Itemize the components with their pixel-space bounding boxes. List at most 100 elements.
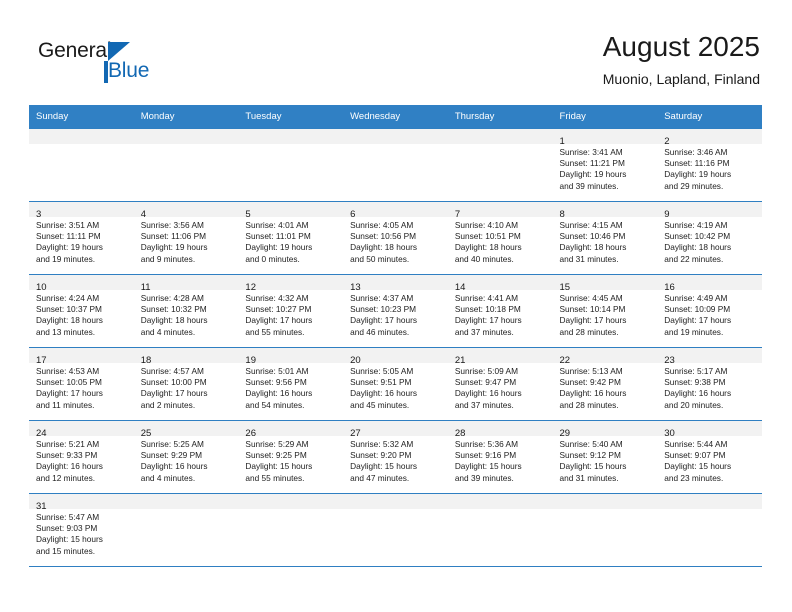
calendar-day-cell[interactable]: 8 Sunrise: 4:15 AM Sunset: 10:46 PM Dayligh… <box>552 201 658 275</box>
day-number: 12 <box>245 282 256 293</box>
day-detail-line: Sunset: 9:47 PM <box>454 377 517 388</box>
calendar-day-cell[interactable]: 1 Sunrise: 3:41 AM Sunset: 11:21 PM Dayligh… <box>552 128 658 202</box>
day-detail-line: Daylight: 17 hours <box>350 315 417 326</box>
day-detail-line: Sunset: 10:09 PM <box>664 304 731 315</box>
calendar-day-cell[interactable]: 12 Sunrise: 4:32 AM Sunset: 10:27 PM Daylig… <box>238 274 344 348</box>
day-number-band: 19 <box>238 348 344 366</box>
calendar-day-cell[interactable]: 5 Sunrise: 4:01 AM Sunset: 11:01 PM Dayligh… <box>238 201 344 275</box>
day-cell-details: Sunrise: 5:44 AM Sunset: 9:07 PM Daylight:… <box>657 436 762 484</box>
day-detail-line: Daylight: 19 hours <box>245 242 313 253</box>
calendar-day-cell-empty <box>447 493 553 567</box>
day-detail-line: Sunrise: 5:40 AM <box>559 439 623 449</box>
day-cell-details: Sunrise: 5:01 AM Sunset: 9:56 PM Daylight:… <box>238 363 343 411</box>
day-detail-line: and 31 minutes. <box>559 472 619 483</box>
day-detail-line: Daylight: 15 hours <box>454 461 522 472</box>
day-detail-line: and 20 minutes. <box>664 399 724 410</box>
calendar-day-cell[interactable]: 20 Sunrise: 5:05 AM Sunset: 9:51 PM Dayligh… <box>343 347 448 421</box>
calendar-day-cell[interactable]: 19 Sunrise: 5:01 AM Sunset: 9:56 PM Dayligh… <box>238 347 344 421</box>
calendar-day-cell[interactable]: 2 Sunrise: 3:46 AM Sunset: 11:16 PM Dayligh… <box>657 128 762 202</box>
day-number-band: 1 <box>552 129 658 147</box>
day-detail-line: Sunset: 11:11 PM <box>36 231 101 242</box>
calendar-day-cell[interactable]: 23 Sunrise: 5:17 AM Sunset: 9:38 PM Dayligh… <box>657 347 762 421</box>
day-detail-line: Sunrise: 4:37 AM <box>350 293 414 303</box>
day-number: 11 <box>140 282 151 293</box>
day-cell-details <box>343 144 448 147</box>
day-number: 20 <box>350 355 361 366</box>
calendar-table: Sunday Monday Tuesday Wednesday Thursday Frid… <box>29 105 762 567</box>
day-cell-details <box>448 509 553 512</box>
day-cell-details: Sunrise: 4:57 AM Sunset: 10:00 PM Daylight… <box>134 363 239 411</box>
calendar-day-cell-empty <box>552 493 658 567</box>
day-detail-line: Sunrise: 4:57 AM <box>140 366 204 376</box>
calendar-day-cell[interactable]: 26 Sunrise: 5:29 AM Sunset: 9:25 PM Dayligh… <box>238 420 344 494</box>
day-detail-line: Sunrise: 4:32 AM <box>245 293 309 303</box>
day-detail-line: Sunset: 10:42 PM <box>664 231 731 242</box>
day-detail-line: and 28 minutes. <box>559 326 619 337</box>
day-number-band: 12 <box>238 275 344 293</box>
day-detail-line: and 39 minutes. <box>454 472 514 483</box>
day-number-band: 22 <box>552 348 658 366</box>
day-cell-details <box>448 144 553 147</box>
day-detail-line: Daylight: 18 hours <box>664 242 732 253</box>
day-detail-line: and 29 minutes. <box>664 180 724 191</box>
day-detail-line: Daylight: 16 hours <box>245 388 313 399</box>
day-detail-line: and 22 minutes. <box>664 253 724 264</box>
day-number: 16 <box>664 282 675 293</box>
day-cell-details: Sunrise: 4:32 AM Sunset: 10:27 PM Daylight… <box>238 290 343 338</box>
calendar-day-cell[interactable]: 14 Sunrise: 4:41 AM Sunset: 10:18 PM Daylig… <box>447 274 553 348</box>
calendar-day-cell[interactable]: 9 Sunrise: 4:19 AM Sunset: 10:42 PM Dayligh… <box>657 201 762 275</box>
calendar-day-cell[interactable]: 15 Sunrise: 4:45 AM Sunset: 10:14 PM Daylig… <box>552 274 658 348</box>
day-number: 25 <box>140 428 152 439</box>
day-number: 26 <box>245 428 256 439</box>
page-title: August 2025 <box>602 31 760 62</box>
day-detail-line: Daylight: 19 hours <box>36 242 103 253</box>
day-number: 29 <box>559 428 571 439</box>
calendar-day-cell[interactable]: 29 Sunrise: 5:40 AM Sunset: 9:12 PM Dayligh… <box>552 420 658 494</box>
calendar-day-cell[interactable]: 31 Sunrise: 5:47 AM Sunset: 9:03 PM Dayligh… <box>29 493 134 567</box>
day-number-band: 2 <box>657 129 762 147</box>
day-number: 23 <box>664 355 675 366</box>
calendar-day-cell[interactable]: 27 Sunrise: 5:32 AM Sunset: 9:20 PM Dayligh… <box>343 420 448 494</box>
day-number: 17 <box>36 355 47 366</box>
day-detail-line: Sunrise: 5:13 AM <box>559 366 623 376</box>
day-number-band: 26 <box>238 421 344 439</box>
calendar-day-cell[interactable]: 25 Sunrise: 5:25 AM Sunset: 9:29 PM Dayligh… <box>133 420 239 494</box>
day-detail-line: Sunrise: 5:25 AM <box>140 439 204 449</box>
calendar-day-cell-empty <box>657 493 762 567</box>
day-detail-line: Sunset: 10:18 PM <box>454 304 521 315</box>
day-detail-line: and 45 minutes. <box>350 399 410 410</box>
calendar-day-cell[interactable]: 22 Sunrise: 5:13 AM Sunset: 9:42 PM Dayligh… <box>552 347 658 421</box>
day-detail-line: and 0 minutes. <box>245 253 300 264</box>
day-number: 3 <box>36 209 42 220</box>
day-detail-line: Sunrise: 5:09 AM <box>454 366 518 376</box>
calendar-day-cell[interactable]: 4 Sunrise: 3:56 AM Sunset: 11:06 PM Dayligh… <box>133 201 239 275</box>
weekday-header-saturday: Saturday <box>657 105 762 129</box>
calendar-day-cell[interactable]: 17 Sunrise: 4:53 AM Sunset: 10:05 PM Daylig… <box>29 347 134 421</box>
calendar-day-cell[interactable]: 28 Sunrise: 5:36 AM Sunset: 9:16 PM Dayligh… <box>447 420 553 494</box>
day-detail-line: Sunset: 9:29 PM <box>140 450 203 461</box>
calendar-day-cell[interactable]: 16 Sunrise: 4:49 AM Sunset: 10:09 PM Daylig… <box>657 274 762 348</box>
day-detail-line: Sunrise: 4:41 AM <box>454 293 518 303</box>
day-detail-line: Sunrise: 5:17 AM <box>664 366 728 376</box>
calendar-day-cell[interactable]: 6 Sunrise: 4:05 AM Sunset: 10:56 PM Dayligh… <box>343 201 448 275</box>
calendar-day-cell[interactable]: 3 Sunrise: 3:51 AM Sunset: 11:11 PM Dayligh… <box>29 201 134 275</box>
calendar-day-cell-empty <box>238 493 344 567</box>
calendar-day-cell[interactable]: 13 Sunrise: 4:37 AM Sunset: 10:23 PM Daylig… <box>343 274 448 348</box>
calendar-day-cell[interactable]: 24 Sunrise: 5:21 AM Sunset: 9:33 PM Dayligh… <box>29 420 134 494</box>
calendar-day-cell[interactable]: 11 Sunrise: 4:28 AM Sunset: 10:32 PM Daylig… <box>133 274 239 348</box>
calendar-day-cell[interactable]: 7 Sunrise: 4:10 AM Sunset: 10:51 PM Dayligh… <box>447 201 553 275</box>
calendar-day-cell[interactable]: 30 Sunrise: 5:44 AM Sunset: 9:07 PM Dayligh… <box>657 420 762 494</box>
day-cell-details: Sunrise: 5:36 AM Sunset: 9:16 PM Daylight:… <box>448 436 553 484</box>
weekday-header-friday: Friday <box>552 105 658 129</box>
day-detail-line: Sunrise: 5:05 AM <box>350 366 414 376</box>
calendar-day-cell[interactable]: 10 Sunrise: 4:24 AM Sunset: 10:37 PM Daylig… <box>29 274 134 348</box>
day-number-band: 23 <box>657 348 762 366</box>
day-detail-line: Daylight: 16 hours <box>454 388 522 399</box>
day-detail-line: Daylight: 18 hours <box>36 315 103 326</box>
day-cell-details: Sunrise: 5:05 AM Sunset: 9:51 PM Daylight:… <box>343 363 448 411</box>
day-detail-line: Sunset: 9:33 PM <box>36 450 98 461</box>
calendar-day-cell[interactable]: 18 Sunrise: 4:57 AM Sunset: 10:00 PM Daylig… <box>133 347 239 421</box>
day-number: 22 <box>559 355 571 366</box>
calendar-week-row: 24 Sunrise: 5:21 AM Sunset: 9:33 PM Dayligh… <box>29 420 762 494</box>
calendar-day-cell[interactable]: 21 Sunrise: 5:09 AM Sunset: 9:47 PM Dayligh… <box>447 347 553 421</box>
